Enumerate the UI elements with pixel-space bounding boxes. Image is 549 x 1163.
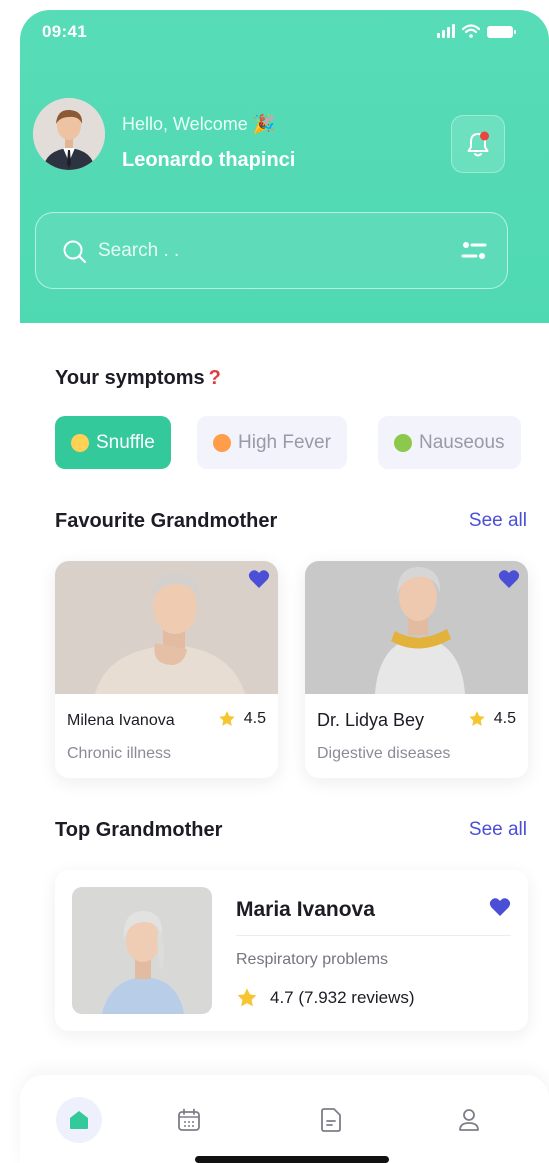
document-icon <box>321 1108 341 1132</box>
notification-button[interactable] <box>451 115 505 173</box>
rating-value: 4.5 <box>243 710 266 727</box>
star-icon <box>469 711 485 726</box>
heart-icon[interactable] <box>489 897 511 917</box>
heart-icon[interactable] <box>498 569 520 589</box>
favourite-card-milena[interactable]: Milena Ivanova 4.5 Chronic illness <box>55 561 278 778</box>
favourite-card-lidya[interactable]: Dr. Lidya Bey 4.5 Digestive diseases <box>305 561 528 778</box>
greeting-text: Hello, Welcome 🎉 <box>122 114 276 134</box>
star-icon <box>219 711 235 726</box>
fever-face-icon <box>213 433 231 452</box>
profile-icon <box>459 1109 479 1131</box>
doctor-specialty: Respiratory problems <box>236 951 389 968</box>
star-icon <box>237 988 257 1007</box>
rating: 4.5 <box>218 710 266 728</box>
search-input[interactable] <box>98 235 398 267</box>
doctor-name: Dr. Lidya Bey <box>317 710 425 730</box>
grandmother-photo <box>55 561 278 694</box>
top-grandmother-card[interactable]: Maria Ivanova Respiratory problems 4.7 (… <box>55 870 528 1031</box>
heart-icon[interactable] <box>248 569 270 589</box>
home-icon <box>70 1111 88 1129</box>
symptoms-question-mark: ? <box>208 367 221 389</box>
status-icons <box>437 24 516 38</box>
bottom-navigation <box>20 1075 549 1163</box>
top-see-all-link[interactable]: See all <box>469 819 527 841</box>
symptoms-title: Your symptoms? <box>55 367 221 390</box>
chip-high-fever[interactable]: High Fever <box>197 416 347 469</box>
chip-label: Snuffle <box>96 431 155 453</box>
calendar-icon <box>178 1108 200 1131</box>
nav-profile[interactable] <box>446 1097 492 1143</box>
divider <box>236 935 511 936</box>
sneezing-face-icon <box>71 433 89 452</box>
signal-icon <box>437 24 455 38</box>
doctor-name: Milena Ivanova <box>67 712 175 729</box>
top-title: Top Grandmother <box>55 819 223 841</box>
avatar[interactable] <box>33 98 105 170</box>
favourite-title: Favourite Grandmother <box>55 510 278 532</box>
chip-nauseous[interactable]: Nauseous <box>378 416 521 469</box>
search-icon <box>63 240 87 264</box>
rating-value: 4.5 <box>493 710 516 727</box>
nauseated-face-icon <box>394 433 412 452</box>
rating: 4.7 (7.932 reviews) <box>236 987 415 1009</box>
nav-home[interactable] <box>56 1097 102 1143</box>
wifi-icon <box>462 24 480 38</box>
nav-calendar[interactable] <box>166 1097 212 1143</box>
chip-label: Nauseous <box>419 431 505 453</box>
doctor-specialty: Digestive diseases <box>317 745 451 762</box>
rating-value: 4.7 (7.932 reviews) <box>270 988 415 1007</box>
search-bar[interactable] <box>35 212 508 289</box>
rating: 4.5 <box>468 710 516 728</box>
favourite-see-all-link[interactable]: See all <box>469 510 527 532</box>
chip-snuffle[interactable]: Snuffle <box>55 416 171 469</box>
status-time: 09:41 <box>42 22 87 41</box>
grandmother-photo <box>305 561 528 694</box>
symptoms-title-text: Your symptoms <box>55 367 205 389</box>
doctor-specialty: Chronic illness <box>67 745 172 762</box>
filter-icon[interactable] <box>461 240 487 262</box>
home-indicator <box>195 1156 389 1163</box>
nav-documents[interactable] <box>308 1097 354 1143</box>
user-name: Leonardo thapinci <box>122 149 296 171</box>
battery-icon <box>487 26 516 38</box>
grandmother-photo <box>72 887 212 1014</box>
doctor-name: Maria Ivanova <box>236 898 375 921</box>
chip-label: High Fever <box>238 431 331 453</box>
bell-icon <box>467 131 489 157</box>
